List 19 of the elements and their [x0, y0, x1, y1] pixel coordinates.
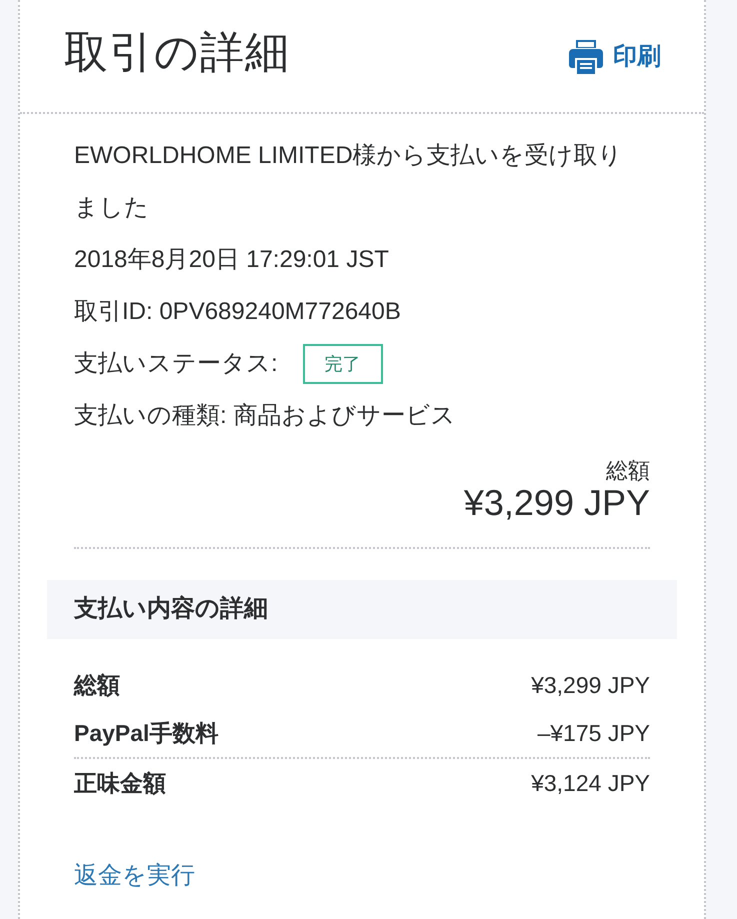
row-label: 正味金額 [74, 768, 166, 798]
row-amount: –¥175 JPY [537, 720, 650, 746]
row-label: 総額 [74, 670, 120, 700]
payment-type-text: 支払いの種類: 商品およびサービス [74, 401, 456, 431]
page-title: 取引の詳細 [64, 26, 290, 79]
row-amount: ¥3,124 JPY [531, 770, 650, 796]
print-link[interactable]: 印刷 [569, 38, 661, 74]
date-text: 2018年8月20日 17:29:01 JST [74, 245, 390, 275]
row-label: PayPal手数料 [74, 718, 218, 748]
refund-link[interactable]: 返金を実行 [74, 860, 195, 892]
printer-icon [569, 38, 603, 74]
section-header: 支払い内容の詳細 [47, 580, 677, 639]
status-badge: 完了 [302, 344, 383, 384]
transaction-id-text: 取引ID: 0PV689240M772640B [74, 297, 402, 327]
status-label: 支払いステータス: [74, 349, 278, 379]
received-message: EWORLDHOME LIMITED様から支払いを受け取りました [74, 141, 624, 223]
total-label: 総額 [606, 458, 650, 483]
total-amount: ¥3,299 JPY [464, 482, 650, 523]
row-amount: ¥3,299 JPY [531, 672, 650, 698]
